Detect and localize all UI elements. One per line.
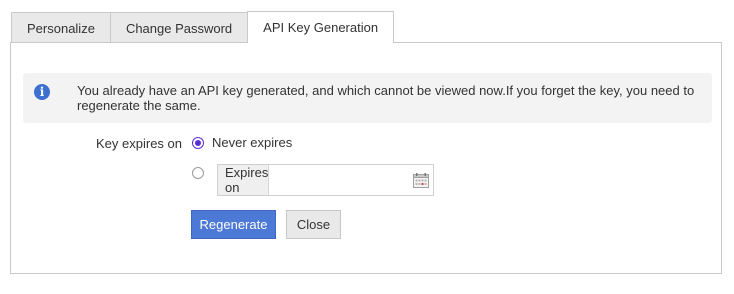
api-key-panel: i You already have an API key generated,… (10, 42, 722, 274)
regenerate-button[interactable]: Regenerate (191, 210, 276, 239)
expires-on-radio[interactable] (192, 167, 204, 179)
expiry-date-input[interactable] (269, 165, 458, 195)
tab-change-password[interactable]: Change Password (109, 12, 249, 43)
info-icon: i (34, 84, 50, 100)
tab-api-key-generation[interactable]: API Key Generation (247, 11, 395, 44)
close-button[interactable]: Close (286, 210, 341, 239)
tab-bar: Personalize Change Password API Key Gene… (11, 11, 395, 44)
expires-on-addon-label: Expires on (218, 165, 270, 195)
never-expires-radio[interactable] (192, 137, 204, 149)
info-message-text: You already have an API key generated, a… (77, 83, 695, 113)
info-message-box: i You already have an API key generated,… (23, 73, 712, 123)
expiry-date-field: Expires on (217, 164, 458, 196)
key-expires-label: Key expires on (96, 136, 182, 151)
calendar-icon[interactable] (413, 173, 429, 188)
tab-personalize[interactable]: Personalize (11, 12, 111, 43)
never-expires-label[interactable]: Never expires (212, 135, 292, 150)
